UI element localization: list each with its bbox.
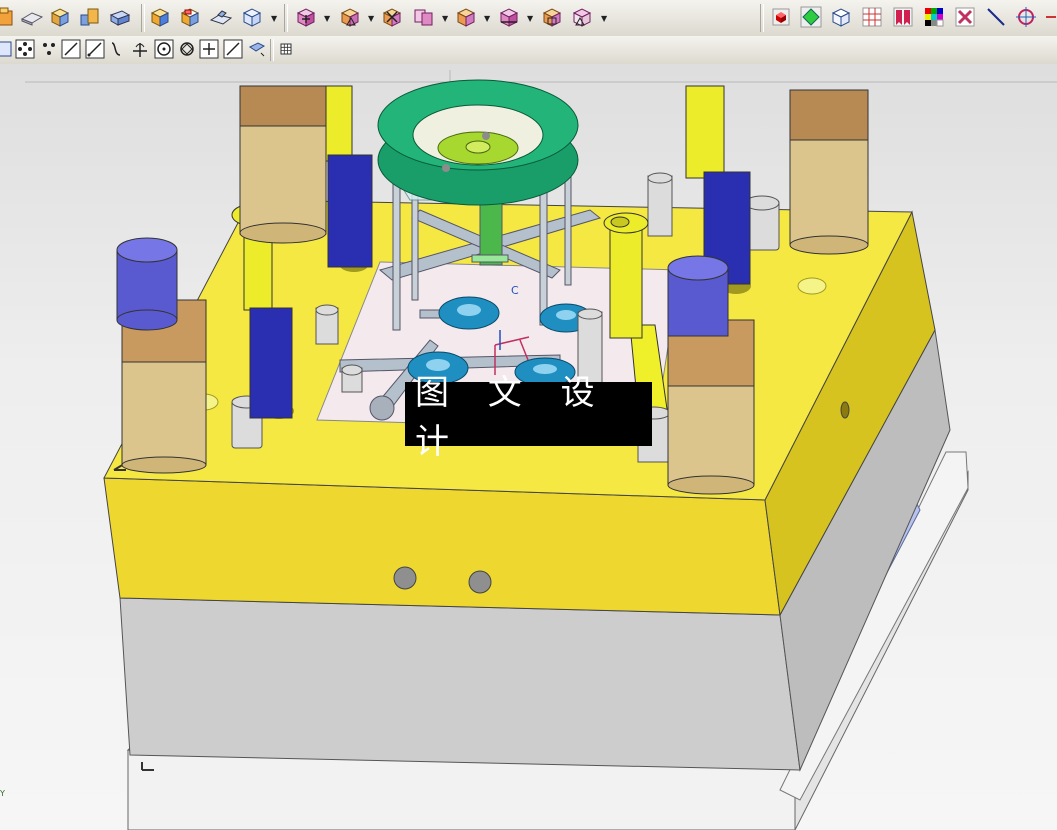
layout-icon[interactable]	[953, 5, 977, 29]
bookmark-icon[interactable]	[891, 5, 915, 29]
shell-icon[interactable]	[108, 5, 132, 29]
box-cut-icon[interactable]	[178, 5, 202, 29]
graphics-viewport[interactable]: C 图 文 设 计 Y	[0, 64, 1057, 830]
chamfer-icon[interactable]	[209, 5, 233, 29]
plane-icon[interactable]	[20, 5, 44, 29]
locating-ring	[377, 79, 579, 206]
block-icon[interactable]	[48, 5, 72, 29]
toolbar-separator	[270, 39, 274, 61]
mold-section-icon[interactable]	[338, 5, 362, 29]
box-solid-icon[interactable]	[148, 5, 172, 29]
watermark-label: 图 文 设 计	[405, 373, 652, 462]
grid-icon[interactable]	[276, 39, 296, 59]
mold-move-icon[interactable]	[294, 5, 318, 29]
mold-triangle-icon[interactable]	[570, 5, 594, 29]
corner-axis-label: Y	[0, 789, 5, 798]
axis-label-c: C	[511, 284, 519, 297]
points-icon[interactable]	[15, 39, 35, 59]
line-icon[interactable]	[61, 39, 81, 59]
white-cube-icon[interactable]	[829, 5, 853, 29]
main-toolbar: ▼ ▼ ▼ ▼ ▼ ▼ ▼	[0, 0, 1057, 37]
mold-split-icon[interactable]	[454, 5, 478, 29]
chevron-down-icon[interactable]: ▼	[271, 14, 277, 23]
chevron-down-icon[interactable]: ▼	[601, 14, 607, 23]
secondary-toolbar	[0, 36, 1057, 65]
chevron-down-icon[interactable]: ▼	[442, 14, 448, 23]
perpendicular-icon[interactable]	[130, 39, 150, 59]
mold-copy-icon[interactable]	[412, 5, 436, 29]
scroll-arrow-icon[interactable]	[1044, 5, 1057, 29]
mold-pocket-icon[interactable]	[540, 5, 564, 29]
top-clamp-plate	[103, 477, 781, 616]
chevron-down-icon[interactable]: ▼	[484, 14, 490, 23]
chevron-down-icon[interactable]: ▼	[324, 14, 330, 23]
sphere-wire-icon[interactable]	[240, 5, 264, 29]
assembly-icon[interactable]	[78, 5, 102, 29]
crosshair-icon[interactable]	[1014, 5, 1038, 29]
curve-icon[interactable]	[108, 39, 128, 59]
color-palette-icon[interactable]	[922, 5, 946, 29]
tag-icon[interactable]	[247, 39, 267, 59]
plus-icon[interactable]	[199, 39, 219, 59]
line-arrow-icon[interactable]	[85, 39, 105, 59]
line-icon[interactable]	[984, 5, 1008, 29]
slash-icon[interactable]	[223, 39, 243, 59]
red-cube-icon[interactable]	[769, 5, 793, 29]
diamond-icon[interactable]	[177, 39, 197, 59]
lower-mold-block	[119, 597, 801, 771]
chevron-down-icon[interactable]: ▼	[368, 14, 374, 23]
extrude-icon[interactable]	[0, 5, 18, 29]
points-icon[interactable]	[39, 39, 59, 59]
mold-trim-icon[interactable]	[380, 5, 404, 29]
toolbar-separator	[284, 4, 288, 32]
circle-point-icon[interactable]	[154, 39, 174, 59]
cube-icon[interactable]	[0, 39, 14, 59]
toolbar-separator	[760, 4, 764, 32]
green-diamond-icon[interactable]	[799, 5, 823, 29]
mold-measure-icon[interactable]	[497, 5, 521, 29]
grid-icon[interactable]	[860, 5, 884, 29]
chevron-down-icon[interactable]: ▼	[527, 14, 533, 23]
toolbar-separator	[141, 4, 145, 32]
